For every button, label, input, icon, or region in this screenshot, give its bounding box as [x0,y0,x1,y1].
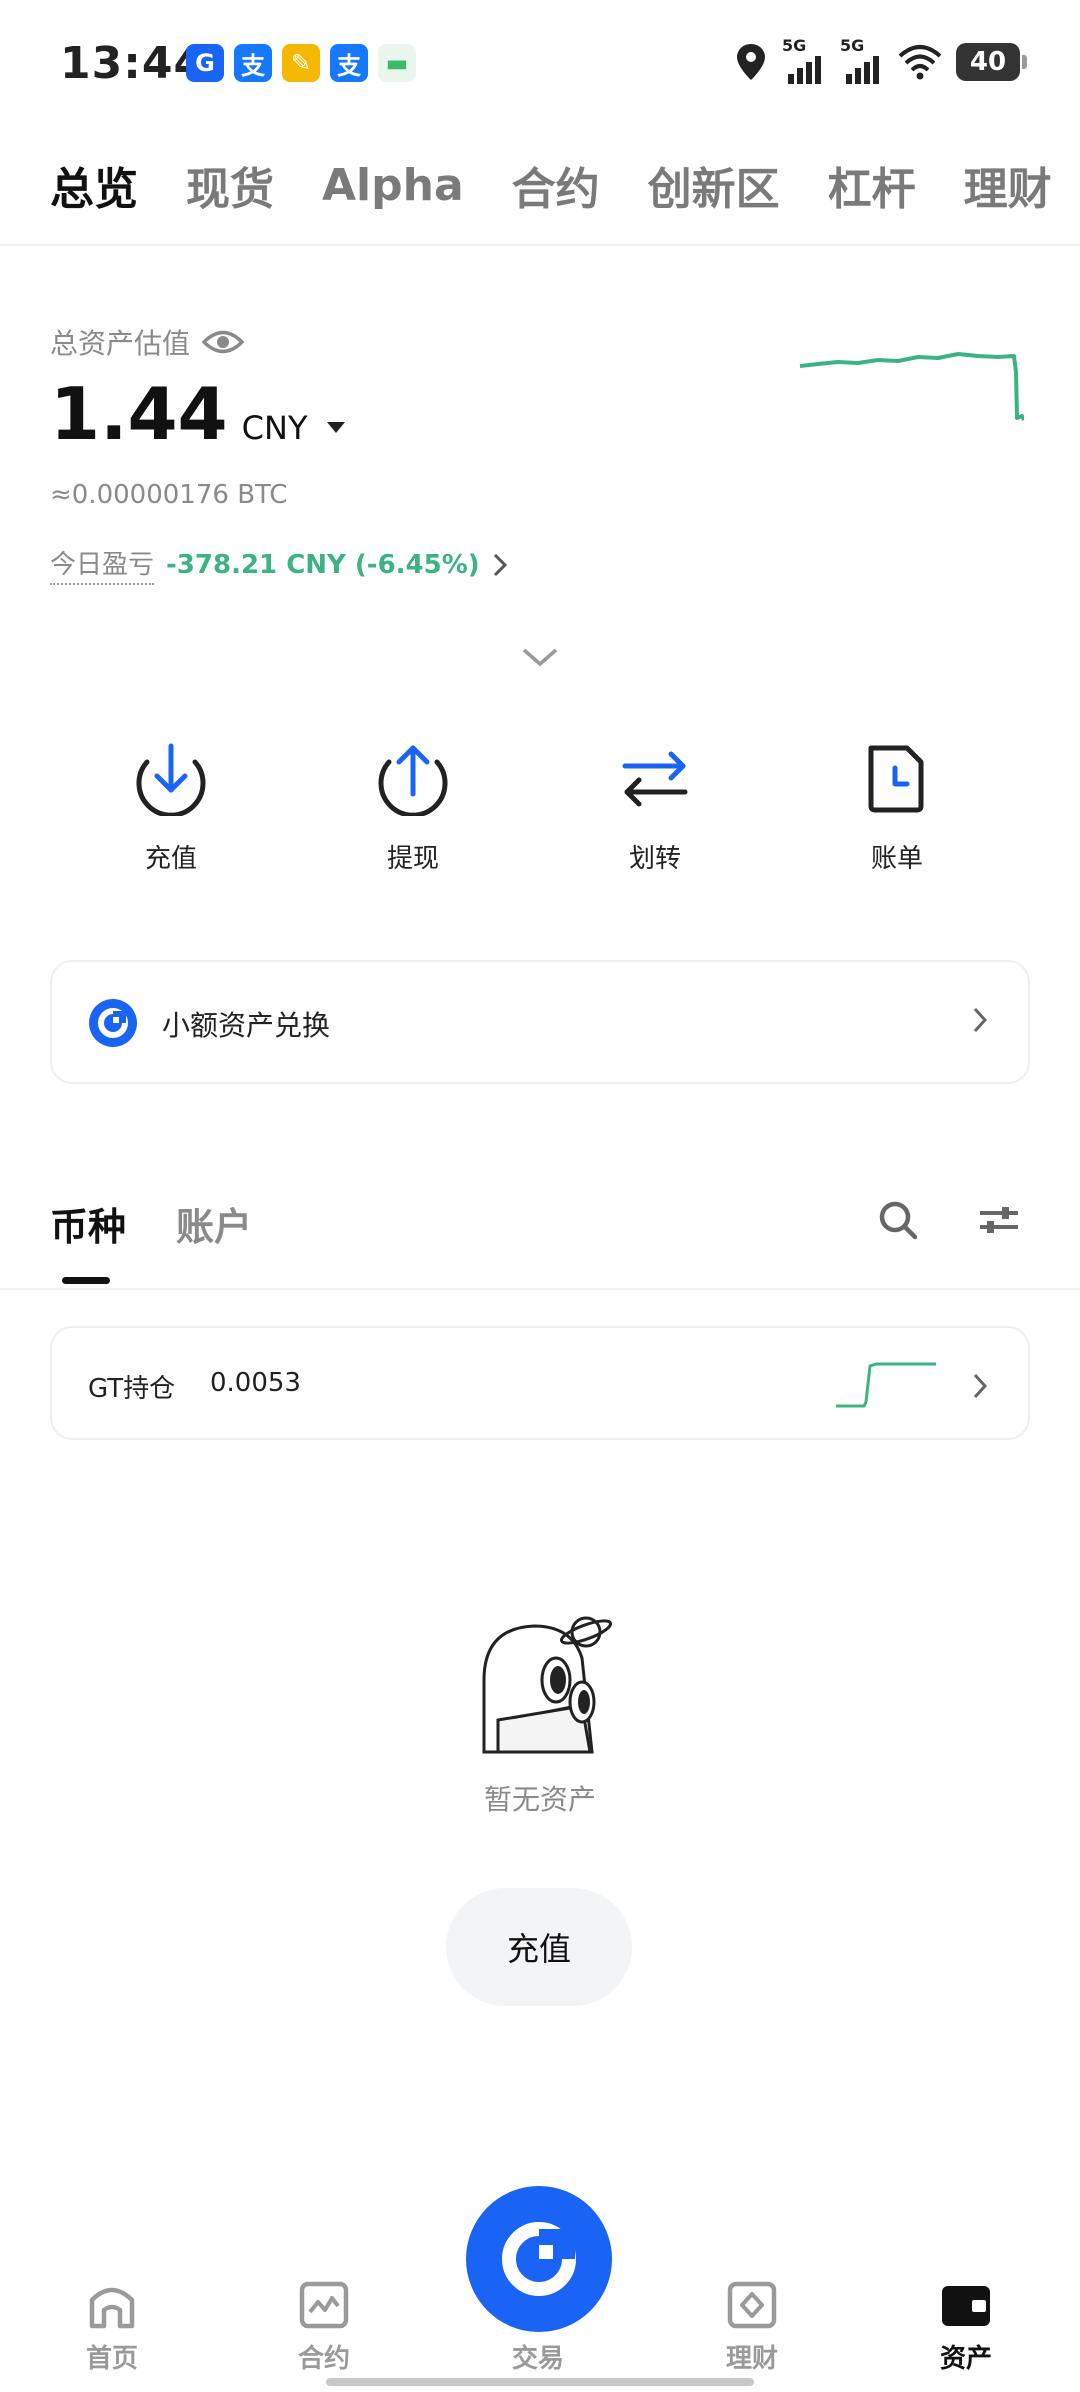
transfer-icon[interactable] [617,740,693,816]
btc-equivalent: ≈0.00000176 BTC [50,480,288,510]
cell-signal-icon: 5G [782,36,826,84]
tab-futures[interactable]: 合约 [512,153,600,217]
tab-innovation[interactable]: 创新区 [648,153,780,217]
today-pnl-label[interactable]: 今日盈亏 [50,544,155,585]
bill-action[interactable]: 账单 [776,740,1018,880]
top-tabs: 总览 现货 Alpha 合约 创新区 杠杆 理财 [50,150,1080,220]
nav-futures-label: 合约 [297,2344,350,2374]
nav-assets-label: 资产 [939,2344,992,2374]
tab-overview[interactable]: 总览 [50,153,138,217]
network-type-label: 5G [840,36,865,55]
gate-app-icon: G [186,44,224,82]
asset-trend-chart [799,352,1024,421]
small-asset-convert-card[interactable]: 小额资产兑换 [50,960,1030,1084]
nav-home[interactable]: 首页 [42,2280,182,2375]
divider [0,244,1080,246]
app-notification-icon: ✎ [282,44,320,82]
filter-settings-icon[interactable] [978,1204,1020,1236]
battery-icon: 40 [956,43,1027,81]
alipay-icon: 支 [234,44,272,82]
nav-earn[interactable]: 理财 [682,2280,822,2375]
network-type-label: 5G [782,36,807,55]
active-tab-indicator [62,1277,110,1284]
total-asset-number: 1.44 [50,372,228,456]
status-time: 13:44 [60,38,206,89]
gt-holdings-label: GT持仓 [88,1374,176,1404]
tab-earn[interactable]: 理财 [964,153,1052,217]
sub-tab-tools [878,1200,1020,1240]
nav-trade-button[interactable] [466,2186,612,2332]
nav-futures[interactable]: 合约 [254,2280,394,2375]
withdraw-label: 提现 [386,844,439,874]
tab-currency[interactable]: 币种 [50,1196,126,1251]
deposit-icon[interactable] [133,740,209,816]
withdraw-icon[interactable] [375,740,451,816]
total-asset-label: 总资产估值 [50,327,191,360]
home-indicator[interactable] [326,2378,754,2386]
nav-assets[interactable]: 资产 [896,2280,1036,2375]
tab-spot[interactable]: 现货 [186,153,274,217]
nav-trade-label: 交易 [511,2344,564,2374]
asset-sub-tabs: 币种 账户 [50,1196,252,1251]
deposit-action[interactable]: 充值 [50,740,292,880]
tab-margin[interactable]: 杠杆 [828,153,916,217]
wallet-icon[interactable] [940,2280,992,2330]
gt-holdings-card[interactable]: GT持仓 0.0053 [50,1326,1030,1440]
total-asset-label-row: 总资产估值 [50,322,245,362]
empty-state-text: 暂无资产 [483,1783,596,1816]
bill-label: 账单 [870,844,923,874]
chevron-down-icon[interactable] [520,646,560,670]
eye-icon[interactable] [202,327,245,357]
withdraw-action[interactable]: 提现 [292,740,534,880]
today-pnl-row[interactable]: 今日盈亏 -378.21 CNY (-6.45%) [50,544,508,585]
cell-signal-icon: 5G [840,36,884,84]
currency-selector[interactable]: CNY [242,409,308,447]
status-bar: 13:44 G 支 ✎ 支 ▬ 5G 5G 40 [0,0,1080,130]
location-icon [737,44,765,80]
wifi-icon [898,45,942,80]
search-icon[interactable] [878,1200,918,1240]
trade-icon[interactable] [497,2217,581,2301]
deposit-button[interactable]: 充值 [446,1888,632,2006]
gt-holdings-amount: 0.0053 [210,1368,301,1398]
transfer-action[interactable]: 划转 [534,740,776,880]
deposit-label: 充值 [144,844,197,874]
quick-actions: 充值 提现 划转 账单 [50,740,1030,880]
futures-icon[interactable] [298,2280,350,2330]
wallet-icon: ▬ [378,44,416,82]
nav-home-label: 首页 [85,2344,138,2374]
caret-down-icon[interactable] [327,422,346,433]
bill-icon[interactable] [859,740,935,816]
tab-account[interactable]: 账户 [176,1196,252,1251]
today-pnl-value: -378.21 CNY (-6.45%) [166,549,480,580]
total-asset-value: 1.44 CNY [50,372,346,456]
notification-icons: G 支 ✎ 支 ▬ [186,44,416,82]
astronaut-illustration [482,1616,613,1754]
chevron-right-icon[interactable] [492,552,508,578]
chevron-right-icon[interactable] [972,1372,988,1400]
transfer-label: 划转 [628,844,681,874]
earn-icon[interactable] [726,2280,778,2330]
tab-alpha[interactable]: Alpha [322,160,464,211]
alipay-icon: 支 [330,44,368,82]
gt-sparkline-chart [836,1362,936,1408]
small-asset-convert-label: 小额资产兑换 [162,1009,331,1042]
gate-logo-icon [89,999,137,1047]
nav-earn-label: 理财 [725,2344,778,2374]
home-icon[interactable] [86,2280,138,2330]
chevron-right-icon[interactable] [972,1006,988,1034]
divider [0,1288,1080,1290]
